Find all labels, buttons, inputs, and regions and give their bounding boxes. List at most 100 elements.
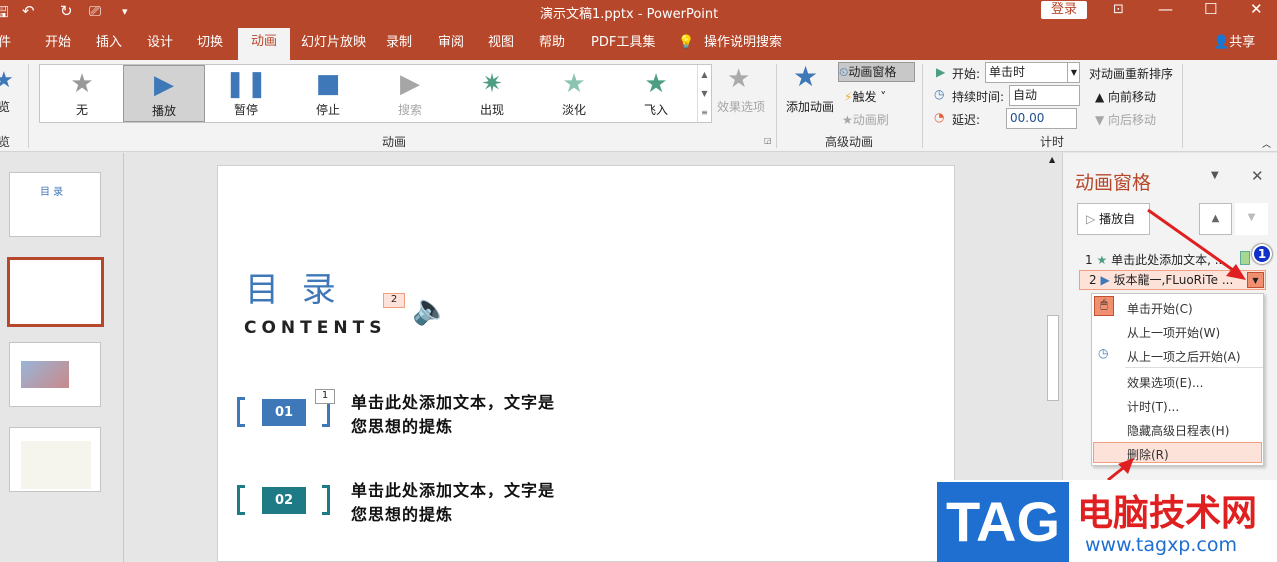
play-icon: ▶ [1100, 273, 1110, 287]
tab-animations[interactable]: 动画 [238, 28, 290, 60]
anim-none[interactable]: ★ 无 [41, 65, 123, 122]
share-button[interactable]: 👤共享 [1213, 33, 1255, 60]
delay-input[interactable]: 00.00 [1006, 108, 1077, 129]
scroll-up-icon[interactable]: ▲ [1049, 155, 1055, 164]
close-button[interactable]: ✕ [1250, 0, 1263, 18]
menu-delete[interactable]: 删除(R) [1127, 446, 1169, 463]
anim-pause[interactable]: ❚❚ 暂停 [205, 65, 287, 122]
undo-icon[interactable]: ↶ [22, 2, 35, 20]
present-icon[interactable]: ⎚ [89, 2, 101, 20]
menu-start-with-previous[interactable]: 从上一项开始(W) [1127, 324, 1220, 341]
minimize-button[interactable]: — [1158, 0, 1173, 18]
gallery-scroll[interactable]: ▲ ▼ ≡ [697, 65, 711, 122]
anim-label: 淡化 [561, 103, 586, 117]
save-icon[interactable]: 🖫 [0, 2, 9, 27]
anim-label: 暂停 [233, 103, 258, 117]
item-text-02[interactable]: 单击此处添加文本，文字是 您思想的提炼 [351, 479, 555, 527]
menu-timing[interactable]: 计时(T)... [1127, 398, 1179, 415]
seek-icon: ▶ [400, 69, 420, 99]
anim-appear[interactable]: ✷ 出现 [451, 65, 533, 122]
item-text-01[interactable]: 单击此处添加文本，文字是 您思想的提炼 [351, 391, 555, 439]
tab-help[interactable]: 帮助 [539, 33, 565, 60]
anim-stop[interactable]: ■ 停止 [287, 65, 369, 122]
slide-thumbnails-panel: 目 录 [0, 153, 124, 562]
clock-icon: ◷ [934, 87, 945, 101]
item-dropdown-button[interactable]: ▼ [1247, 272, 1264, 288]
login-button[interactable]: 登录 [1041, 1, 1087, 19]
menu-delete-highlight[interactable] [1093, 442, 1262, 463]
move-down-button[interactable]: ▼ [1235, 203, 1268, 235]
slide-thumbnail-2[interactable] [7, 257, 104, 327]
tab-file[interactable]: 件 [0, 33, 11, 60]
tab-slideshow[interactable]: 幻灯片放映 [301, 33, 366, 60]
move-earlier-label: 向前移动 [1108, 90, 1157, 104]
animation-tag-2[interactable]: 2 [383, 293, 405, 308]
duration-input[interactable]: 自动 [1009, 85, 1080, 106]
maximize-button[interactable]: ☐ [1204, 0, 1217, 18]
play-from-button[interactable]: ▷ 播放自 [1077, 203, 1150, 235]
item-line: 您思想的提炼 [351, 505, 454, 524]
timing-group-label: 计时 [1040, 135, 1065, 149]
speaker-icon[interactable]: 🔈 [412, 292, 449, 327]
anim-play[interactable]: ▶ 播放 [123, 65, 205, 122]
redo-icon[interactable]: ↻ [60, 2, 73, 20]
menu-hide-timeline[interactable]: 隐藏高级日程表(H) [1127, 422, 1229, 439]
anim-label: 播放 [151, 104, 176, 118]
pane-title: 动画窗格 [1075, 172, 1152, 194]
pane-options-icon[interactable]: ▼ [1211, 170, 1219, 181]
star-gray-icon: ★ [70, 69, 94, 99]
collapse-ribbon-icon[interactable]: ︿ [1262, 137, 1271, 150]
animation-pane-button[interactable]: ⏲动画窗格 [838, 62, 915, 82]
tell-me-search[interactable]: 操作说明搜索 [704, 33, 782, 60]
chevron-down-icon: ▼ [1066, 63, 1077, 82]
ribbon-display-icon[interactable]: ⊡ [1113, 2, 1124, 17]
tab-record[interactable]: 录制 [386, 33, 412, 60]
move-later-button[interactable]: ▼ 向后移动 [1095, 111, 1156, 128]
menu-start-after-previous[interactable]: 从上一项之后开始(A) [1127, 348, 1241, 365]
tab-review[interactable]: 审阅 [438, 33, 464, 60]
tab-insert[interactable]: 插入 [96, 33, 122, 60]
animation-item-2[interactable]: 2 ▶ 坂本龍一,FLuoRiTe ... [1079, 270, 1266, 290]
anim-fade[interactable]: ★ 淡化 [533, 65, 615, 122]
move-up-button[interactable]: ▲ [1199, 203, 1232, 235]
animation-painter-button[interactable]: ★动画刷 [842, 111, 889, 128]
add-animation-icon: ★ [793, 60, 819, 93]
scroll-thumb[interactable] [1047, 315, 1059, 401]
tab-design[interactable]: 设计 [147, 33, 173, 60]
slide-thumbnail-4[interactable] [9, 427, 101, 492]
move-earlier-button[interactable]: ▲ 向前移动 [1095, 88, 1156, 105]
dialog-launcher-icon[interactable]: ◲ [764, 136, 772, 145]
tab-pdf-tools[interactable]: PDF工具集 [591, 33, 655, 60]
anim-seek[interactable]: ▶ 搜索 [369, 65, 451, 122]
timeline-bar [1240, 251, 1250, 265]
animation-painter-label: 动画刷 [852, 113, 889, 127]
pane-close-icon[interactable]: ✕ [1251, 167, 1264, 185]
ribbon: ★ 览 览 ★ 无 ▶ 播放 ❚❚ 暂停 ■ 停止 ▶ 搜索 ✷ 出现 ★ 淡化 ★ 飞入 ▲ ▼… [0, 60, 1277, 152]
add-animation-button[interactable]: 添加动画 [786, 98, 834, 115]
menu-start-on-click[interactable]: 单击开始(C) [1127, 300, 1193, 317]
mouse-icon: 🖱 [1094, 296, 1114, 316]
tab-transitions[interactable]: 切换 [197, 33, 223, 60]
trigger-button[interactable]: ⚡触发 ˅ [844, 88, 886, 105]
watermark-logo: TAG [937, 482, 1069, 562]
item-number-02: 02 [262, 487, 306, 514]
animation-tag-1[interactable]: 1 [315, 389, 335, 404]
start-select[interactable]: 单击时 ▼ [985, 62, 1080, 83]
slide-thumbnail-1[interactable]: 目 录 [9, 172, 101, 237]
anim-fly-in[interactable]: ★ 飞入 [615, 65, 697, 122]
start-label: 开始: [952, 67, 981, 81]
tab-view[interactable]: 视图 [488, 33, 514, 60]
menu-effect-options[interactable]: 效果选项(E)... [1127, 374, 1203, 391]
preview-icon[interactable]: ★ [0, 68, 14, 93]
animation-pane-label: 动画窗格 [848, 65, 897, 79]
customize-qa-button[interactable]: ▾ [122, 5, 128, 18]
effect-options-button[interactable]: 效果选项 [717, 98, 765, 115]
preview-button[interactable]: 览 [0, 98, 10, 115]
star-fly-icon: ★ [644, 69, 668, 99]
item-line: 单击此处添加文本，文字是 [351, 393, 556, 412]
animation-item-1[interactable]: 1 ★ 单击此处添加文本, ... [1085, 251, 1265, 268]
tab-home[interactable]: 开始 [45, 33, 71, 60]
slide-canvas[interactable]: 目 录 CONTENTS 2 🔈 01 1 单击此处添加文本，文字是 您思想的提炼… [217, 165, 955, 562]
slide-thumbnail-3[interactable] [9, 342, 101, 407]
watermark: TAG 电脑技术网 www.tagxp.com [937, 480, 1277, 562]
